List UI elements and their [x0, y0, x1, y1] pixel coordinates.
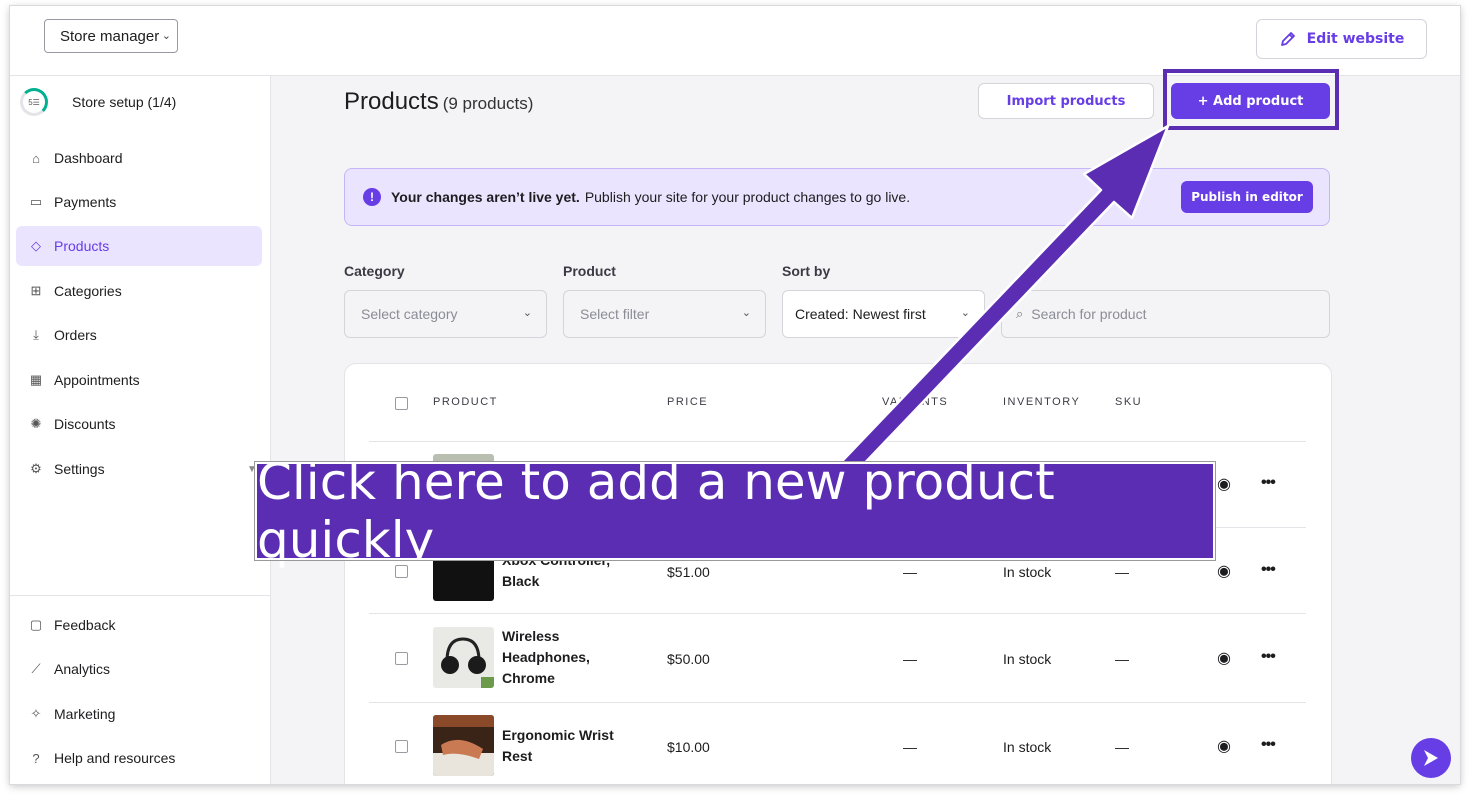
app-window: Store manager ⌄ Edit website 5☰ Store se…: [10, 6, 1460, 784]
assistant-fab-icon[interactable]: [1411, 738, 1451, 778]
annotation-arrow: [811, 124, 1170, 492]
annotation-callout: Click here to add a new product quickly: [254, 453, 1216, 569]
chat-assistant-icon: [1424, 750, 1438, 766]
